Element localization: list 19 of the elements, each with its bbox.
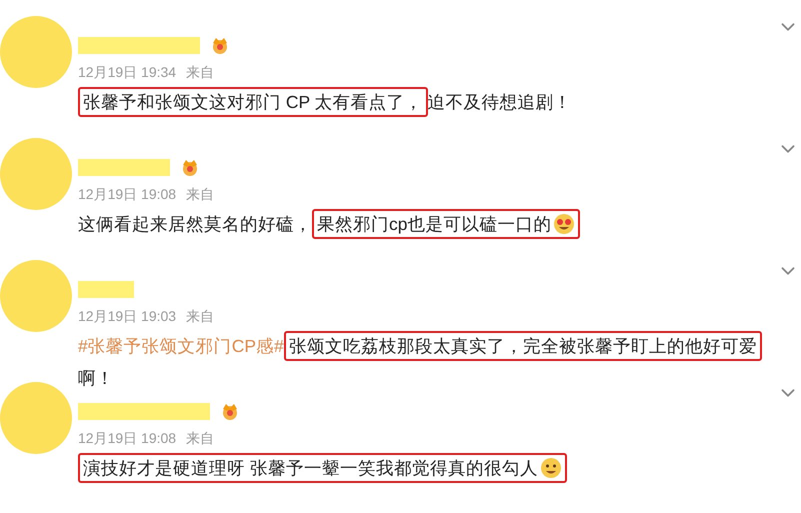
comment-text: 这俩看起来居然莫名的好磕， [78, 213, 312, 235]
comment-text: 啊！ [78, 367, 114, 389]
source-label: 来自 [186, 64, 214, 82]
comment-text: 迫不及待想追剧！ [428, 91, 572, 113]
hashtag-link[interactable]: #张馨予张颂文邪门CP感# [78, 335, 284, 357]
grin-emoji-icon [540, 457, 562, 479]
source-label: 来自 [186, 430, 214, 448]
comment-text: 张颂文吃荔枝那段太真实了，完全被张馨予盯上的他好可爱 [288, 335, 757, 357]
source-label: 来自 [186, 186, 214, 204]
heart-eyes-emoji-icon [553, 213, 576, 235]
comment-text: 张馨予和张颂文这对邪门 CP 太有看点了， [83, 91, 423, 113]
comment-time: 12月19日 19:03 [78, 308, 176, 326]
source-label: 来自 [186, 308, 214, 326]
name-redaction-bar [78, 280, 134, 298]
comment-text: 果然邪门cp也是可以磕一口的 [317, 213, 552, 235]
comment-text: 演技好才是硬道理呀 张馨予一颦一笑我都觉得真的很勾人 [83, 457, 538, 479]
comment-time: 12月19日 19:08 [78, 186, 176, 204]
comment-time: 12月19日 19:34 [78, 64, 176, 82]
comment-time: 12月19日 19:08 [78, 430, 176, 448]
